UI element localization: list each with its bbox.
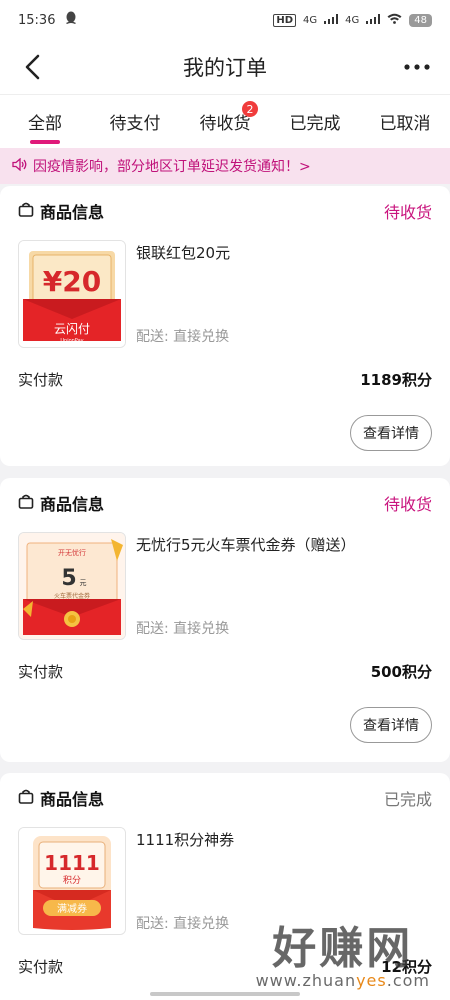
site-watermark: 好赚网 www.zhuanyes.com xyxy=(255,923,430,991)
section-label: 商品信息 xyxy=(40,495,105,514)
product-name: 银联红包20元 xyxy=(136,244,231,262)
tab-label: 已完成 xyxy=(289,114,341,134)
notice-bar[interactable]: 因疫情影响，部分地区订单延迟发货通知！> xyxy=(0,148,450,184)
page-title: 我的订单 xyxy=(183,56,267,80)
view-details-button[interactable]: 查看详情 xyxy=(350,707,432,743)
home-indicator[interactable] xyxy=(150,992,300,996)
pay-value: 1189积分 xyxy=(360,370,432,389)
product-name: 1111积分神券 xyxy=(136,831,235,849)
network-4g-2: 4G xyxy=(345,14,360,26)
thumb-amount: 1111 xyxy=(44,851,100,875)
tab-badge: 2 xyxy=(242,101,258,117)
product-thumbnail: ¥20 云闪付 UnionPay xyxy=(18,240,126,348)
product-row[interactable]: ¥20 云闪付 UnionPay 银联红包20元 配送: 直接兑换 xyxy=(0,236,450,352)
shopping-bag-icon xyxy=(18,494,34,513)
nav-bar: 我的订单 xyxy=(0,40,450,94)
thumb-brand-sub: UnionPay xyxy=(60,338,83,344)
status-time: 15:36 xyxy=(18,12,56,28)
tab-completed[interactable]: 已完成 xyxy=(270,95,360,148)
thumb-amount: 5 xyxy=(61,566,76,591)
hd-indicator: HD xyxy=(273,13,297,27)
section-label: 商品信息 xyxy=(40,790,105,809)
pay-label: 实付款 xyxy=(18,957,64,976)
section-label: 商品信息 xyxy=(40,203,105,222)
order-card: 商品信息 待收货 开无忧行 5 元 火车票代金券 无忧行5元火车票代金券（赠送） xyxy=(0,478,450,762)
order-status: 待收货 xyxy=(383,203,432,222)
order-card: 商品信息 待收货 ¥20 云闪付 UnionPay 银联红包20元 配送: 直接… xyxy=(0,186,450,466)
watermark-title: 好赚网 xyxy=(272,923,414,974)
view-details-button[interactable]: 查看详情 xyxy=(350,415,432,451)
pay-label: 实付款 xyxy=(18,662,64,681)
tab-pending-receipt[interactable]: 待收货 2 xyxy=(180,95,270,148)
thumb-brand: 云闪付 xyxy=(54,322,90,336)
pay-label: 实付款 xyxy=(18,370,64,389)
speaker-icon xyxy=(12,157,27,175)
order-tabs: 全部 待支付 待收货 2 已完成 已取消 xyxy=(0,94,450,148)
back-button[interactable] xyxy=(18,52,48,82)
more-dots-icon xyxy=(404,64,430,70)
thumb-unit: 积分 xyxy=(63,874,81,886)
thumb-logo: 开无忧行 xyxy=(58,548,86,557)
tab-label: 待支付 xyxy=(109,114,161,134)
product-delivery: 配送: 直接兑换 xyxy=(136,329,230,345)
product-name: 无忧行5元火车票代金券（赠送） xyxy=(136,536,356,554)
order-status: 已完成 xyxy=(383,790,432,809)
shopping-bag-icon xyxy=(18,789,34,808)
tab-label: 全部 xyxy=(28,114,62,134)
signal-icon xyxy=(324,13,339,27)
status-bar: 15:36 HD 4G 4G 48 xyxy=(0,0,450,40)
tab-cancelled[interactable]: 已取消 xyxy=(360,95,450,148)
signal-icon-2 xyxy=(366,13,381,27)
tab-label: 已取消 xyxy=(379,114,431,134)
tab-all[interactable]: 全部 xyxy=(0,95,90,148)
thumb-caption: 火车票代金券 xyxy=(54,592,90,600)
tab-pending-payment[interactable]: 待支付 xyxy=(90,95,180,148)
product-row[interactable]: 1111 积分 满减券 1111积分神券 配送: 直接兑换 xyxy=(0,823,450,939)
product-row[interactable]: 开无忧行 5 元 火车票代金券 无忧行5元火车票代金券（赠送） 配送: 直接兑换 xyxy=(0,528,450,644)
notice-text: 因疫情影响，部分地区订单延迟发货通知！> xyxy=(33,159,311,175)
order-status: 待收货 xyxy=(383,495,432,514)
shopping-bag-icon xyxy=(18,202,34,221)
product-thumbnail: 开无忧行 5 元 火车票代金券 xyxy=(18,532,126,640)
thumb-tag: 满减券 xyxy=(57,902,87,915)
pay-value: 500积分 xyxy=(370,662,432,681)
wifi-icon xyxy=(387,13,402,27)
product-thumbnail: 1111 积分 满减券 xyxy=(18,827,126,935)
product-delivery: 配送: 直接兑换 xyxy=(136,621,230,637)
battery-indicator: 48 xyxy=(409,13,432,27)
chevron-left-icon xyxy=(25,54,40,80)
qq-icon xyxy=(65,11,77,29)
thumb-amount: ¥20 xyxy=(43,265,101,298)
network-4g-1: 4G xyxy=(303,14,318,26)
watermark-url: www.zhuanyes.com xyxy=(255,971,430,990)
thumb-unit: 元 xyxy=(80,579,87,587)
more-button[interactable] xyxy=(402,52,432,82)
